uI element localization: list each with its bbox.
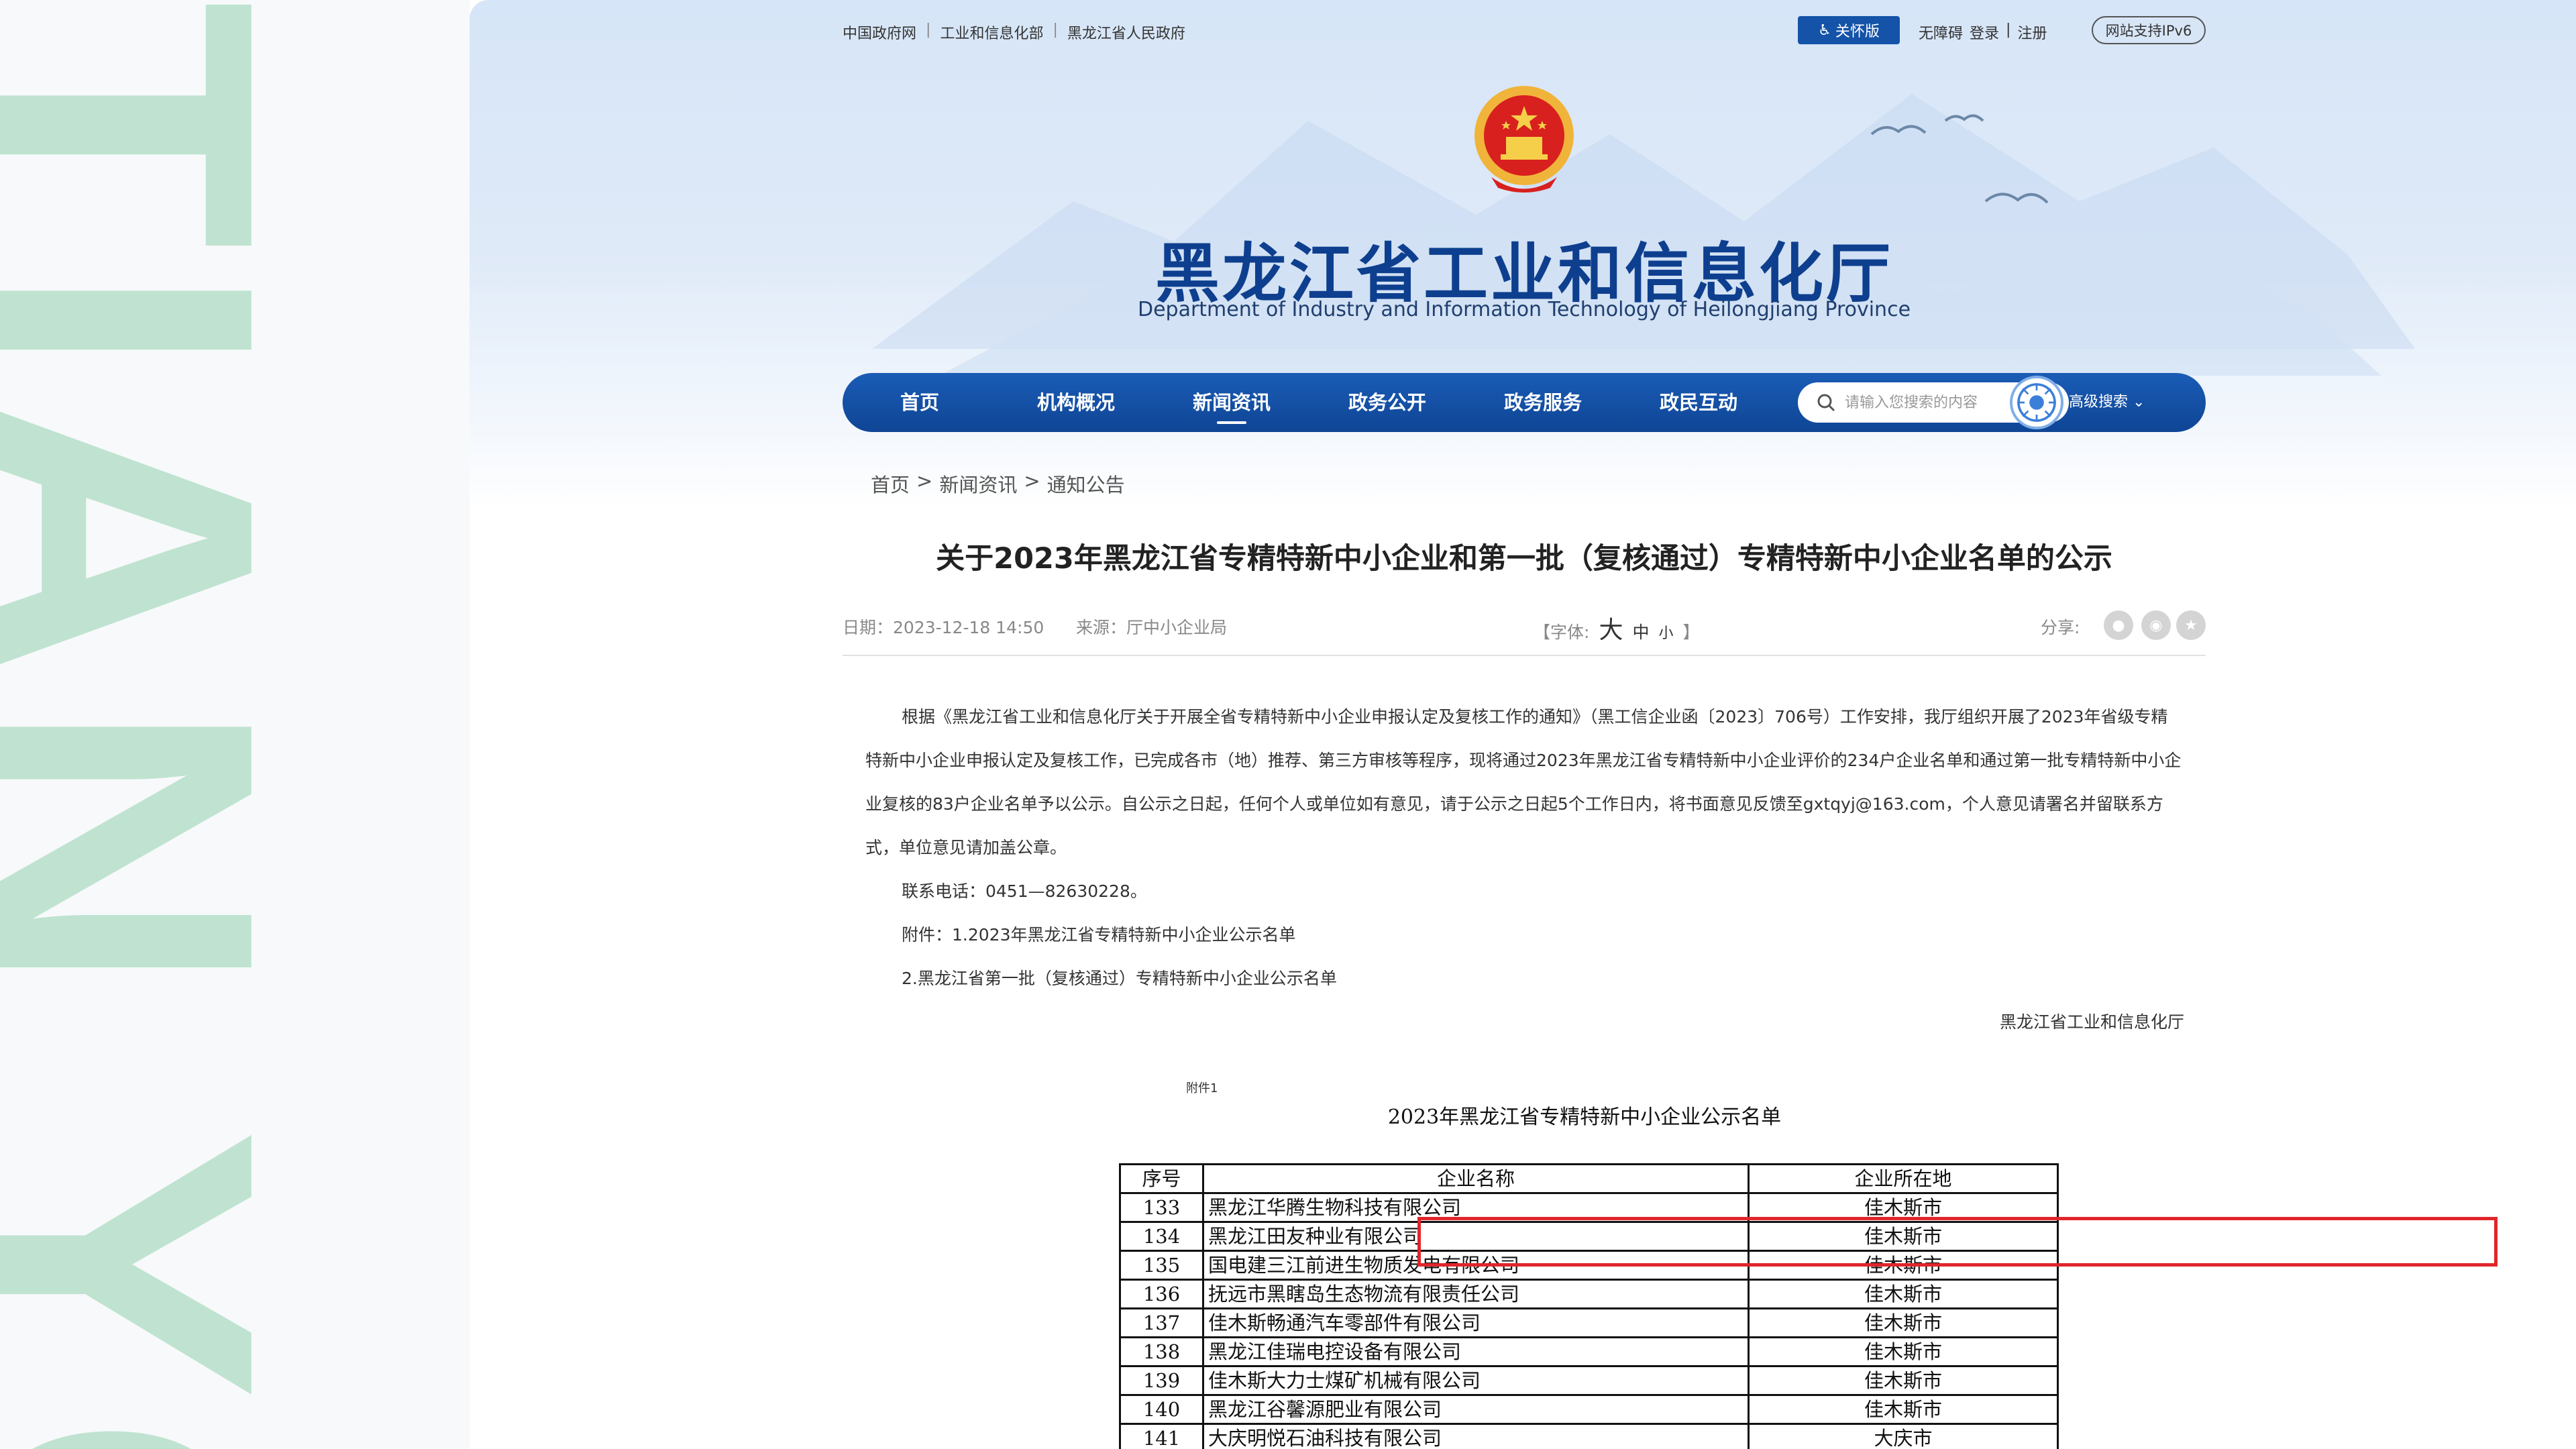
font-size-control: 【字体: 大 中 小 】 — [1534, 610, 1700, 645]
row-index: 136 — [1119, 1279, 1204, 1309]
table-row: 138 黑龙江佳瑞电控设备有限公司 佳木斯市 — [1119, 1336, 2059, 1367]
article-body: 根据《黑龙江省工业和信息化厅关于开展全省专精特新中小企业申报认定及复核工作的通知… — [865, 695, 2184, 1044]
ipv6-badge: 网站支持IPv6 — [2092, 16, 2206, 44]
row-index: 135 — [1119, 1250, 1204, 1281]
weibo-share-icon[interactable]: ◉ — [2141, 610, 2171, 640]
font-small-button[interactable]: 小 — [1658, 621, 1673, 643]
qzone-share-icon[interactable]: ★ — [2176, 610, 2206, 640]
separator: | — [926, 21, 931, 38]
row-index: 133 — [1119, 1192, 1204, 1223]
table-row: 141 大庆明悦石油科技有限公司 大庆市 — [1119, 1423, 2059, 1449]
share-label: 分享: — [2041, 618, 2080, 637]
row-city: 佳木斯市 — [1748, 1307, 2059, 1338]
font-label-open: 【字体: — [1534, 623, 1590, 642]
row-company-name: 大庆明悦石油科技有限公司 — [1202, 1423, 1750, 1449]
row-city: 佳木斯市 — [1748, 1394, 2059, 1425]
table-row: 139 佳木斯大力士煤矿机械有限公司 佳木斯市 — [1119, 1365, 2059, 1396]
document-attachment-label: 附件1 — [1186, 1081, 1218, 1095]
vertical-watermark-text: TIAN YOU — [0, 0, 339, 1449]
font-label-close: 】 — [1682, 623, 1700, 642]
row-city: 佳木斯市 — [1748, 1365, 2059, 1396]
column-header-name: 企业名称 — [1202, 1163, 1750, 1194]
row-index: 139 — [1119, 1365, 1204, 1396]
row-company-name: 佳木斯大力士煤矿机械有限公司 — [1202, 1365, 1750, 1396]
table-header-row: 序号 企业名称 企业所在地 — [1119, 1163, 2059, 1194]
login-link[interactable]: 登录 — [1970, 21, 1999, 43]
article-date: 日期：2023-12-18 14:50 — [843, 618, 1044, 637]
column-header-city: 企业所在地 — [1748, 1163, 2059, 1194]
breadcrumb-home[interactable]: 首页 — [871, 470, 910, 498]
row-company-name: 佳木斯畅通汽车零部件有限公司 — [1202, 1307, 1750, 1338]
row-city: 佳木斯市 — [1748, 1336, 2059, 1367]
link-china-gov[interactable]: 中国政府网 — [843, 21, 916, 43]
advanced-search-dropdown[interactable]: 高级搜索 ⌄ — [2069, 373, 2145, 432]
account-links: 无障碍 登录 | 注册 — [1919, 21, 2047, 43]
nav-public-interaction[interactable]: 政民互动 — [1660, 373, 1737, 432]
browser-page: 中国政府网 | 工业和信息化部 | 黑龙江省人民政府 ♿ 关怀版 无障碍 登录 … — [470, 0, 2576, 1449]
article-paragraph: 根据《黑龙江省工业和信息化厅关于开展全省专精特新中小企业申报认定及复核工作的通知… — [865, 707, 2182, 857]
row-company-name: 抚远市黑瞎岛生态物流有限责任公司 — [1202, 1279, 1750, 1309]
row-company-name: 黑龙江谷馨源肥业有限公司 — [1202, 1394, 1750, 1425]
article-title: 关于2023年黑龙江省专精特新中小企业和第一批（复核通过）专精特新中小企业名单的… — [936, 542, 2112, 576]
advanced-search-label: 高级搜索 — [2069, 394, 2129, 411]
article-meta: 日期：2023-12-18 14:50 来源：厅中小企业局 【字体: 大 中 小… — [843, 610, 2206, 644]
row-city: 大庆市 — [1748, 1423, 2059, 1449]
care-icon: ♿ — [1818, 21, 1831, 39]
decorative-side-panel: TIAN YOU — [0, 0, 470, 1449]
article-contact: 联系电话：0451—82630228。 — [902, 881, 1147, 901]
article-source: 来源：厅中小企业局 — [1076, 618, 1228, 637]
breadcrumb-separator: > — [916, 470, 933, 492]
globe-icon — [2010, 376, 2063, 429]
link-heilongjiang-gov[interactable]: 黑龙江省人民政府 — [1067, 21, 1185, 43]
column-header-index: 序号 — [1119, 1163, 1204, 1194]
breadcrumb-notices[interactable]: 通知公告 — [1047, 470, 1125, 498]
top-utility-bar: 中国政府网 | 工业和信息化部 | 黑龙江省人民政府 ♿ 关怀版 无障碍 登录 … — [843, 16, 2206, 46]
row-index: 141 — [1119, 1423, 1204, 1449]
register-link[interactable]: 注册 — [2017, 21, 2047, 43]
article-signature: 黑龙江省工业和信息化厅 — [1999, 1012, 2184, 1032]
row-city: 佳木斯市 — [1748, 1279, 2059, 1309]
care-mode-label: 关怀版 — [1835, 23, 1880, 40]
row-index: 137 — [1119, 1307, 1204, 1338]
chevron-down-icon: ⌄ — [2133, 394, 2145, 411]
font-medium-button[interactable]: 中 — [1632, 619, 1649, 643]
separator: | — [2006, 21, 2011, 38]
government-links: 中国政府网 | 工业和信息化部 | 黑龙江省人民政府 — [843, 21, 1185, 43]
highlight-annotation-box — [1417, 1217, 2498, 1267]
row-index: 140 — [1119, 1394, 1204, 1425]
document-title: 2023年黑龙江省专精特新中小企业公示名单 — [1387, 1106, 1782, 1129]
enterprise-list-table: 序号 企业名称 企业所在地 133 黑龙江华腾生物科技有限公司 佳木斯市 134 黑龙… — [1119, 1163, 2059, 1449]
nav-government-services[interactable]: 政务服务 — [1504, 373, 1582, 432]
care-mode-button[interactable]: ♿ 关怀版 — [1798, 16, 1900, 44]
table-row: 137 佳木斯畅通汽车零部件有限公司 佳木斯市 — [1119, 1307, 2059, 1338]
main-navigation: 首页 机构概况 新闻资讯 政务公开 政务服务 政民互动 请输入您搜索的内容 高级… — [843, 373, 2206, 432]
article-attachment-2[interactable]: 2.黑龙江省第一批（复核通过）专精特新中小企业公示名单 — [865, 957, 2184, 1000]
nav-organization[interactable]: 机构概况 — [1037, 373, 1115, 432]
search-icon[interactable] — [1817, 393, 1835, 412]
row-index: 138 — [1119, 1336, 1204, 1367]
nav-home[interactable]: 首页 — [900, 373, 939, 432]
table-row: 140 黑龙江谷馨源肥业有限公司 佳木斯市 — [1119, 1394, 2059, 1425]
site-subtitle: Department of Industry and Information T… — [1137, 298, 1911, 321]
national-emblem-icon — [1474, 86, 1574, 193]
wechat-share-icon[interactable]: ● — [2104, 610, 2133, 640]
article-attachment-1[interactable]: 附件：1.2023年黑龙江省专精特新中小企业公示名单 — [865, 913, 2184, 957]
meta-divider — [843, 655, 2206, 656]
breadcrumb: 首页 > 新闻资讯 > 通知公告 — [871, 470, 1125, 498]
separator: | — [1053, 21, 1058, 38]
nav-news[interactable]: 新闻资讯 — [1193, 373, 1271, 432]
table-row: 136 抚远市黑瞎岛生态物流有限责任公司 佳木斯市 — [1119, 1279, 2059, 1309]
accessibility-link[interactable]: 无障碍 — [1919, 21, 1963, 43]
font-large-button[interactable]: 大 — [1599, 610, 1623, 645]
nav-government-affairs[interactable]: 政务公开 — [1348, 373, 1426, 432]
breadcrumb-separator: > — [1024, 470, 1040, 492]
link-miit[interactable]: 工业和信息化部 — [940, 21, 1043, 43]
breadcrumb-news[interactable]: 新闻资讯 — [939, 470, 1017, 498]
row-index: 134 — [1119, 1221, 1204, 1252]
row-company-name: 黑龙江佳瑞电控设备有限公司 — [1202, 1336, 1750, 1367]
